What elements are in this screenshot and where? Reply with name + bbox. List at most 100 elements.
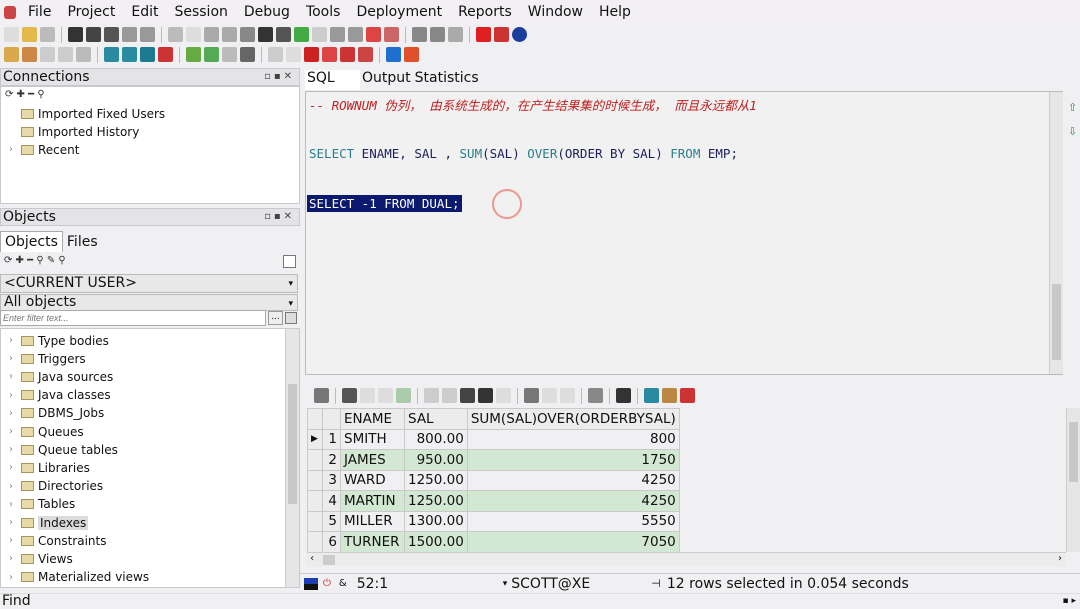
cell-sum[interactable]: 4250 xyxy=(466,490,680,512)
tab-statistics[interactable]: Statistics xyxy=(413,70,481,90)
key-icon[interactable] xyxy=(4,47,19,62)
arrow-right-red-icon[interactable] xyxy=(404,47,419,62)
chevron-right-icon[interactable]: › xyxy=(9,462,17,473)
pin-icon[interactable]: ▪ ▸ xyxy=(1063,594,1076,609)
chevron-right-icon[interactable]: › xyxy=(9,499,17,510)
cascade-icon[interactable] xyxy=(430,27,445,42)
comment-icon[interactable] xyxy=(366,27,381,42)
panel-controls[interactable]: ▫▪✕ xyxy=(264,209,295,225)
editor-scrollbar[interactable] xyxy=(1049,92,1063,374)
column-header[interactable]: SUM(SAL)OVER(ORDERBYSAL) xyxy=(466,408,680,430)
document-icon[interactable] xyxy=(222,47,237,62)
cell-ename[interactable]: MARTIN xyxy=(340,490,405,512)
chevron-right-icon[interactable]: › xyxy=(9,353,17,364)
oracle-icon[interactable] xyxy=(476,27,491,42)
user-select[interactable]: <CURRENT USER> ▾ xyxy=(0,274,298,293)
connect-icon[interactable] xyxy=(104,47,119,62)
print-preview-icon[interactable] xyxy=(140,27,155,42)
tree-item[interactable]: › Triggers xyxy=(9,350,86,367)
chevron-right-icon[interactable]: › xyxy=(9,426,17,437)
export-icon[interactable] xyxy=(312,27,327,42)
panel-controls[interactable]: ▫▪✕ xyxy=(264,69,295,85)
tab-files[interactable]: Files xyxy=(63,232,102,252)
chevron-right-icon[interactable]: › xyxy=(9,553,17,564)
cell-ename[interactable]: TURNER xyxy=(340,531,405,553)
objects-tools[interactable]: ⟳ ✚ ━ ⚲ ✎ ⚲ xyxy=(0,252,300,272)
print-icon[interactable] xyxy=(122,27,137,42)
table-row[interactable]: 4 MARTIN 1250.00 4250 xyxy=(307,490,680,512)
commit-icon[interactable] xyxy=(58,47,73,62)
connection-label[interactable]: SCOTT@XE xyxy=(511,576,651,592)
tree-item[interactable]: Imported Fixed Users xyxy=(9,105,165,122)
step-icon[interactable] xyxy=(322,47,337,62)
step-out-icon[interactable] xyxy=(358,47,373,62)
outdent-icon[interactable] xyxy=(348,27,363,42)
tree-item[interactable]: › Materialized views xyxy=(9,569,149,586)
table-row[interactable]: 3 WARD 1250.00 4250 xyxy=(307,469,680,491)
chevron-down-icon[interactable]: ▾ xyxy=(503,579,508,589)
cell-sum[interactable]: 4250 xyxy=(466,469,680,491)
menu-window[interactable]: Window xyxy=(520,4,591,20)
tree-item[interactable]: › Constraints xyxy=(9,532,106,549)
window-list-icon[interactable] xyxy=(412,27,427,42)
chevron-right-icon[interactable]: › xyxy=(9,390,17,401)
chart-icon[interactable] xyxy=(662,388,677,403)
cut-icon[interactable] xyxy=(204,27,219,42)
cell-sal[interactable]: 1250.00 xyxy=(404,469,468,491)
copy-icon[interactable] xyxy=(222,27,237,42)
menu-edit[interactable]: Edit xyxy=(123,4,166,20)
type-select[interactable]: All objects ▾ xyxy=(0,294,298,311)
column-header[interactable]: ENAME xyxy=(340,408,405,430)
save-as-icon[interactable] xyxy=(86,27,101,42)
menu-tools[interactable]: Tools xyxy=(298,4,349,20)
pen-icon[interactable] xyxy=(40,47,55,62)
menu-project[interactable]: Project xyxy=(59,4,123,20)
clear-icon[interactable] xyxy=(496,388,511,403)
compile-icon[interactable] xyxy=(22,47,37,62)
rollback-icon[interactable] xyxy=(76,47,91,62)
import-icon[interactable] xyxy=(294,27,309,42)
arrow-right-blue-icon[interactable] xyxy=(386,47,401,62)
menu-session[interactable]: Session xyxy=(166,4,235,20)
grid-icon[interactable] xyxy=(285,312,297,324)
cell-ename[interactable]: WARD xyxy=(340,469,405,491)
lock-icon[interactable] xyxy=(342,388,357,403)
find-label[interactable]: Find xyxy=(2,593,31,609)
tree-item[interactable]: › Type bodies xyxy=(9,332,109,349)
db-icon[interactable] xyxy=(140,47,155,62)
cell-sal[interactable]: 950.00 xyxy=(404,449,468,471)
tree-item[interactable]: › Java classes xyxy=(9,387,111,404)
table-row[interactable]: 6 TURNER 1500.00 7050 xyxy=(307,531,680,553)
save-icon[interactable] xyxy=(68,27,83,42)
uncomment-icon[interactable] xyxy=(384,27,399,42)
query-by-example-icon[interactable] xyxy=(424,388,439,403)
add-row-icon[interactable] xyxy=(360,388,375,403)
undo-icon[interactable] xyxy=(168,27,183,42)
save-all-icon[interactable] xyxy=(104,27,119,42)
wrench-icon[interactable] xyxy=(240,47,255,62)
results-scrollbar[interactable] xyxy=(1066,408,1080,552)
tree-item[interactable]: Imported History xyxy=(9,123,139,140)
chevron-right-icon[interactable]: › xyxy=(9,408,17,419)
cell-ename[interactable]: JAMES xyxy=(340,449,405,471)
indent-icon[interactable] xyxy=(330,27,345,42)
chevron-right-icon[interactable]: › xyxy=(9,335,17,346)
refresh-icon[interactable] xyxy=(460,388,475,403)
chevron-right-icon[interactable]: › xyxy=(9,371,17,382)
sql-icon[interactable] xyxy=(122,47,137,62)
chevron-right-icon[interactable]: › xyxy=(9,517,17,528)
cell-sal[interactable]: 800.00 xyxy=(404,428,468,450)
export-icon[interactable] xyxy=(644,388,659,403)
filter-button[interactable]: ... xyxy=(268,311,283,325)
tree-item[interactable]: › Recent xyxy=(9,141,79,158)
filter-input[interactable] xyxy=(0,310,266,326)
sql-editor[interactable]: -- ROWNUM 伪列， 由系统生成的，在产生结果集的时候生成， 而且永远都从… xyxy=(305,91,1063,375)
open-icon[interactable] xyxy=(22,27,37,42)
pdf-icon[interactable] xyxy=(494,27,509,42)
menu-file[interactable]: File xyxy=(20,4,59,20)
tree-item[interactable]: › Tables xyxy=(9,496,75,513)
editor-nav-arrows[interactable]: ⇧ ⇩ xyxy=(1068,96,1077,144)
table-row[interactable]: 2 JAMES 950.00 1750 xyxy=(307,449,680,471)
tree-item[interactable]: › Views xyxy=(9,550,73,567)
tree-item[interactable]: › Java sources xyxy=(9,368,113,385)
